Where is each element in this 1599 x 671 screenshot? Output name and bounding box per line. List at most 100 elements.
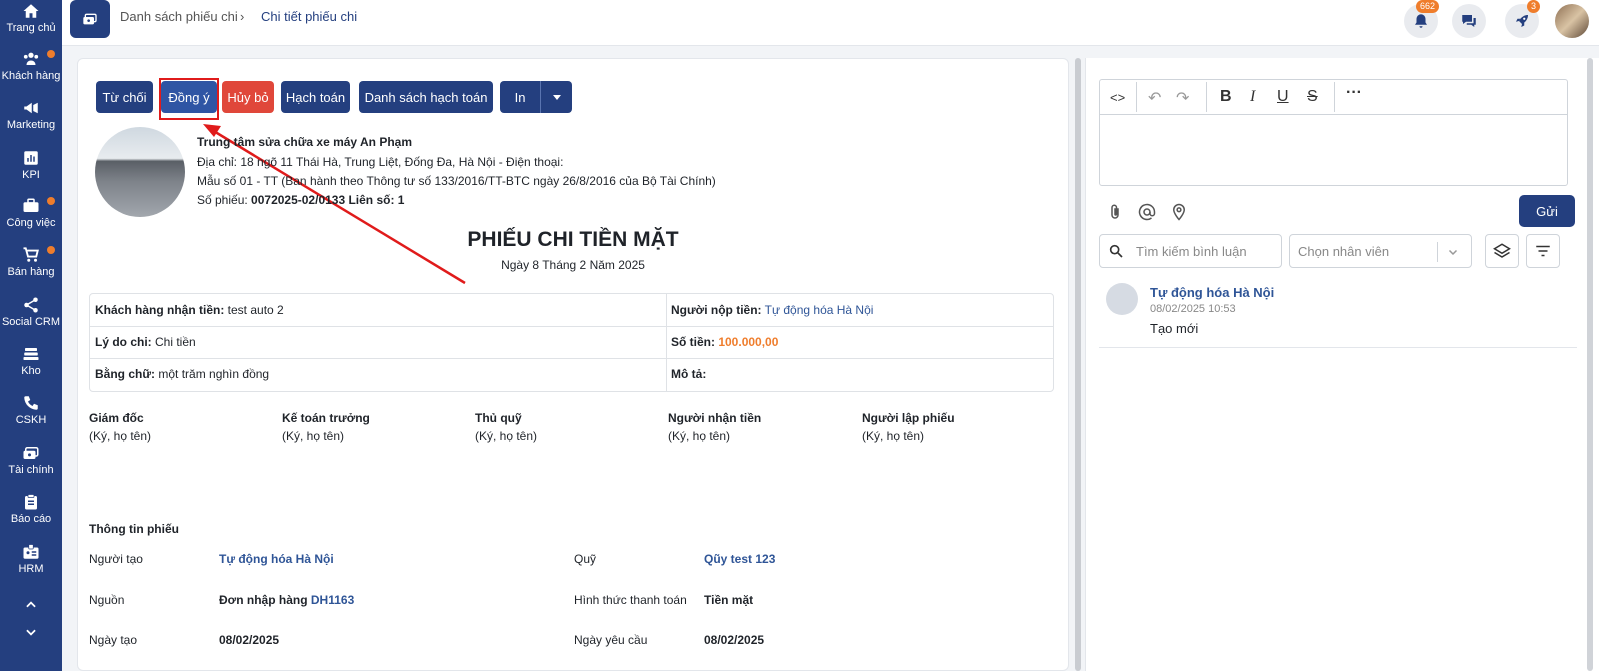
print-button[interactable]: In bbox=[500, 81, 540, 113]
staff-select[interactable]: Chọn nhân viên bbox=[1289, 234, 1472, 268]
notification-dot bbox=[47, 197, 55, 205]
briefcase-icon bbox=[23, 198, 39, 212]
fund-value[interactable]: Qũy test 123 bbox=[704, 552, 775, 566]
comment-author[interactable]: Tự động hóa Hà Nội bbox=[1150, 285, 1274, 300]
cart-icon bbox=[23, 247, 39, 262]
megaphone-icon bbox=[24, 102, 38, 114]
words-cell: Bằng chữ: một trăm nghìn đồng bbox=[95, 367, 269, 381]
creator-value[interactable]: Tự động hóa Hà Nội bbox=[219, 552, 334, 566]
filter-button[interactable] bbox=[1526, 234, 1560, 268]
sidebar-item-label: Báo cáo bbox=[10, 513, 52, 525]
creator-label: Người tạo bbox=[89, 552, 143, 566]
notifications-button[interactable]: 662 bbox=[1404, 0, 1440, 38]
breadcrumb-voucher-list[interactable]: Danh sách phiếu chi bbox=[120, 9, 238, 24]
layers-button[interactable] bbox=[1485, 234, 1519, 268]
sidebar-item-tasks[interactable]: Công việc bbox=[0, 197, 62, 229]
code-view-icon[interactable]: <> bbox=[1110, 90, 1125, 105]
amount-label: Số tiền: bbox=[671, 335, 715, 349]
search-icon bbox=[1109, 244, 1123, 258]
table-row: Bằng chữ: một trăm nghìn đồng Mô tả: bbox=[90, 358, 1053, 391]
filter-icon bbox=[1536, 245, 1550, 257]
sidebar-item-finance[interactable]: Tài chính bbox=[0, 444, 62, 476]
reject-button[interactable]: Từ chối bbox=[96, 81, 153, 113]
company-logo bbox=[95, 127, 185, 217]
sidebar-item-sales[interactable]: Bán hàng bbox=[0, 246, 62, 278]
sidebar-item-label: Social CRM bbox=[1, 316, 61, 328]
rocket-icon bbox=[1516, 15, 1528, 27]
signature-role: Giám đốc bbox=[89, 411, 144, 425]
signature-treasurer: Thủ quỹ (Ký, họ tên) bbox=[475, 411, 537, 443]
sidebar-item-label: Tài chính bbox=[8, 464, 54, 476]
rocket-badge: 3 bbox=[1527, 0, 1541, 13]
sidebar-item-marketing[interactable]: Marketing bbox=[0, 99, 62, 131]
undo-icon[interactable]: ↶ bbox=[1148, 88, 1161, 108]
strikethrough-icon[interactable]: S bbox=[1307, 88, 1318, 106]
created-date-label: Ngày tạo bbox=[89, 633, 138, 647]
money-icon bbox=[23, 447, 39, 459]
accounting-button[interactable]: Hạch toán bbox=[281, 81, 350, 113]
comment-time: 08/02/2025 10:53 bbox=[1150, 303, 1236, 315]
attachment-icon[interactable] bbox=[1106, 203, 1124, 221]
print-dropdown-button[interactable] bbox=[540, 81, 572, 113]
sidebar-item-social-crm[interactable]: Social CRM bbox=[0, 296, 62, 328]
italic-icon[interactable]: I bbox=[1250, 88, 1255, 106]
search-input[interactable]: Tìm kiếm bình luận bbox=[1136, 244, 1247, 259]
comment-editor[interactable]: <> ↶ ↷ B I U S ··· bbox=[1099, 79, 1568, 186]
sidebar-item-warehouse[interactable]: Kho bbox=[0, 345, 62, 377]
form-number: Mẫu số 01 - TT (Ban hành theo Thông tư s… bbox=[197, 174, 716, 188]
cancel-button[interactable]: Hủy bỏ bbox=[222, 81, 274, 113]
id-card-icon bbox=[23, 544, 39, 559]
location-icon[interactable] bbox=[1170, 203, 1188, 221]
reason-cell: Lý do chi: Chi tiền bbox=[95, 335, 196, 349]
user-avatar[interactable] bbox=[1555, 4, 1589, 38]
more-icon[interactable]: ··· bbox=[1346, 84, 1362, 102]
notification-dot bbox=[47, 246, 55, 254]
created-date-value: 08/02/2025 bbox=[219, 633, 280, 647]
receiver-label: Khách hàng nhận tiền: bbox=[95, 303, 225, 317]
chat-button[interactable] bbox=[1452, 4, 1486, 38]
send-button[interactable]: Gửi bbox=[1519, 195, 1575, 227]
chevron-down-icon bbox=[26, 629, 36, 636]
sidebar-item-reports[interactable]: Báo cáo bbox=[0, 493, 62, 525]
payment-method-value: Tiền mặt bbox=[704, 593, 754, 607]
source-label: Nguồn bbox=[89, 593, 125, 607]
users-icon bbox=[23, 52, 39, 65]
signature-role: Kế toán trưởng bbox=[282, 411, 370, 425]
comment-search[interactable]: Tìm kiếm bình luận bbox=[1099, 234, 1282, 268]
document-date: Ngày 8 Tháng 2 Năm 2025 bbox=[501, 258, 645, 272]
caret-down-icon bbox=[552, 95, 561, 100]
chart-icon bbox=[24, 151, 38, 165]
table-row: Khách hàng nhận tiền: test auto 2 Người … bbox=[90, 294, 1053, 327]
sidebar-item-home[interactable]: Trang chủ bbox=[0, 2, 62, 34]
signature-receiver: Người nhận tiền (Ký, họ tên) bbox=[668, 411, 761, 443]
sidebar-item-kpi[interactable]: KPI bbox=[0, 149, 62, 181]
sidebar-item-cskh[interactable]: CSKH bbox=[0, 394, 62, 426]
sidebar-item-customers[interactable]: Khách hàng bbox=[0, 50, 62, 82]
finance-module-button[interactable] bbox=[70, 0, 110, 38]
chevron-down-icon bbox=[1448, 249, 1458, 256]
bold-icon[interactable]: B bbox=[1220, 88, 1232, 106]
sidebar-scroll-down[interactable] bbox=[0, 625, 62, 641]
rocket-button[interactable]: 3 bbox=[1505, 0, 1541, 38]
comment-divider bbox=[1099, 347, 1577, 348]
sidebar-item-label: Khách hàng bbox=[1, 70, 61, 82]
panel-scrollbar[interactable] bbox=[1587, 58, 1593, 671]
underline-icon[interactable]: U bbox=[1277, 88, 1289, 106]
sidebar-scroll-up[interactable] bbox=[0, 598, 62, 614]
sidebar-item-hrm[interactable]: HRM bbox=[0, 543, 62, 575]
redo-icon[interactable]: ↷ bbox=[1176, 88, 1189, 108]
payer-label: Người nộp tiền: bbox=[671, 303, 762, 317]
chat-icon bbox=[1462, 15, 1476, 27]
signature-director: Giám đốc (Ký, họ tên) bbox=[89, 411, 151, 443]
sidebar-item-label: HRM bbox=[18, 563, 44, 575]
main-scrollbar[interactable] bbox=[1075, 58, 1081, 671]
signature-role: Thủ quỹ bbox=[475, 411, 522, 425]
source-code-link[interactable]: DH1163 bbox=[311, 593, 354, 607]
notification-dot bbox=[47, 50, 55, 58]
document-title: PHIẾU CHI TIỀN MẶT bbox=[467, 228, 679, 251]
reason-value: Chi tiền bbox=[151, 335, 196, 349]
payer-value[interactable]: Tự động hóa Hà Nội bbox=[762, 303, 874, 317]
mention-icon[interactable] bbox=[1138, 203, 1156, 221]
chevron-up-icon bbox=[26, 601, 36, 608]
accounting-list-button[interactable]: Danh sách hạch toán bbox=[359, 81, 493, 113]
